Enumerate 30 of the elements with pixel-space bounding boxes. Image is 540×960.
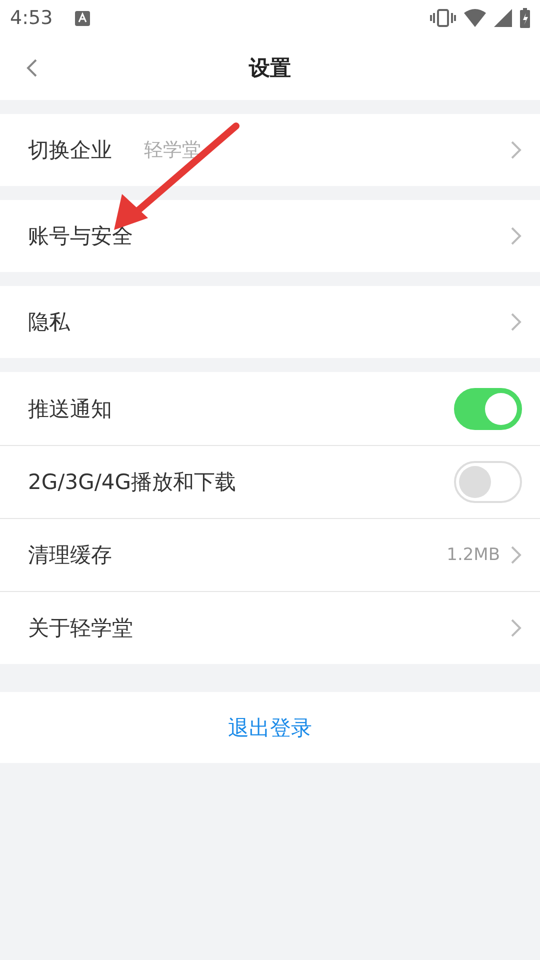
settings-row[interactable]: 隐私 — [0, 286, 540, 358]
settings-row[interactable]: 切换企业 轻学堂 — [0, 114, 540, 186]
settings-row[interactable]: 账号与安全 — [0, 200, 540, 272]
chevron-icon — [510, 140, 522, 160]
setting-label: 关于轻学堂 — [28, 615, 133, 642]
chevron-icon — [510, 618, 522, 638]
keyboard-icon — [74, 10, 90, 26]
setting-label: 清理缓存 — [28, 542, 112, 569]
setting-label: 推送通知 — [28, 396, 112, 422]
setting-label: 2G/3G/4G播放和下载 — [28, 469, 236, 496]
setting-value: 1.2MB — [446, 545, 500, 565]
setting-label: 隐私 — [28, 309, 70, 336]
logout-button[interactable]: 退出登录 — [220, 710, 320, 746]
status-time: 4:53 — [10, 7, 53, 29]
back-icon[interactable] — [26, 58, 38, 78]
setting-label: 切换企业 — [28, 137, 112, 164]
chevron-icon — [510, 312, 522, 332]
chevron-icon — [510, 226, 522, 246]
setting-value: 轻学堂 — [144, 138, 201, 163]
settings-row[interactable]: 清理缓存 1.2MB — [0, 518, 540, 591]
toggle-switch[interactable] — [454, 388, 522, 430]
signal-icon — [494, 9, 512, 27]
toggle-switch[interactable] — [454, 461, 522, 503]
setting-label: 账号与安全 — [28, 223, 133, 250]
page-title: 设置 — [249, 55, 291, 82]
chevron-icon — [510, 545, 522, 565]
settings-row[interactable]: 关于轻学堂 — [0, 591, 540, 664]
vibrate-icon — [430, 9, 456, 27]
battery-icon — [520, 8, 530, 28]
wifi-icon — [464, 9, 486, 27]
